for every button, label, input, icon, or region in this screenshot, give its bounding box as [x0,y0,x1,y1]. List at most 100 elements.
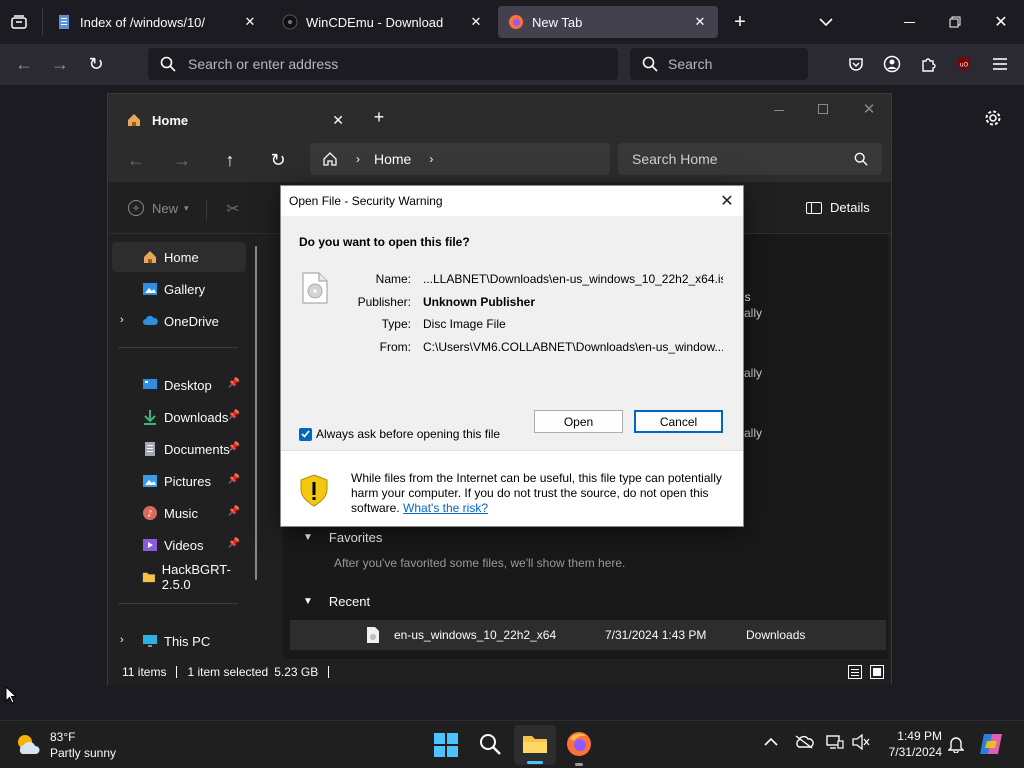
network-tray-button[interactable] [826,734,846,754]
refresh-icon: ↻ [270,149,286,170]
explorer-maximize-button[interactable] [812,98,834,120]
music-icon: ♪ [143,506,157,520]
favorites-section-header[interactable]: ▼ Favorites [303,530,382,545]
explorer-forward-button[interactable]: → [170,148,194,172]
sidebar-item-documents[interactable]: Documents 📌 [112,434,246,464]
sidebar-item-pictures[interactable]: Pictures 📌 [112,466,246,496]
sidebar-item-label: Downloads [164,409,229,425]
cut-button[interactable]: ✂ [222,198,244,220]
firefox-icon [567,732,591,756]
tab-wincdemu[interactable]: WinCDEmu - Download ✕ [272,6,494,38]
recent-section-header[interactable]: ▼ Recent [303,594,370,609]
explorer-tab-home[interactable]: Home ✕ [116,102,354,138]
copilot-button[interactable] [978,731,1006,759]
home-icon [128,114,140,126]
dialog-close-button[interactable]: ✕ [717,191,737,211]
sidebar-item-desktop[interactable]: Desktop 📌 [112,370,246,400]
explorer-title-bar: Home ✕ + ✕ [108,94,891,138]
pin-icon: 📌 [227,506,240,517]
list-all-tabs-button[interactable] [814,10,838,34]
start-button[interactable] [434,733,458,757]
chevron-down-icon: ▼ [303,532,313,543]
videos-icon [143,539,157,551]
tab-close-icon[interactable]: ✕ [692,14,708,30]
tab-title: New Tab [532,14,583,30]
minimize-button[interactable] [896,10,922,34]
taskbar-file-explorer[interactable] [514,725,556,765]
table-row[interactable]: en-us_windows_10_22h2_x64 7/31/2024 1:43… [290,620,886,650]
close-window-button[interactable]: ✕ [988,10,1014,34]
sidebar-item-music[interactable]: ♪ Music 📌 [112,498,246,528]
pin-icon: 📌 [227,474,240,485]
sidebar-item-label: OneDrive [164,313,219,329]
url-bar[interactable]: Search or enter address [148,48,618,80]
taskbar-firefox[interactable] [564,729,594,766]
details-view-button[interactable] [848,665,862,679]
app-menu-button[interactable] [988,52,1012,76]
clock-time: 1:49 PM [897,729,942,743]
onedrive-tray-button[interactable] [794,735,816,755]
sidebar-item-this-pc[interactable]: › This PC [112,626,246,656]
sidebar-item-home[interactable]: Home [112,242,246,272]
web-search-bar[interactable]: Search [630,48,808,80]
chevron-right-icon[interactable]: › [120,634,124,646]
sidebar-item-gallery[interactable]: Gallery [112,274,246,304]
forward-button[interactable]: → [48,52,72,76]
new-button[interactable]: + New ▾ [128,200,189,216]
back-button[interactable]: ← [12,52,36,76]
sidebar-scrollbar[interactable] [255,246,257,580]
whats-the-risk-link[interactable]: What's the risk? [403,501,488,515]
sidebar-item-onedrive[interactable]: › OneDrive [112,306,246,336]
explorer-search-box[interactable]: Search Home [618,143,882,175]
always-ask-checkbox[interactable]: Always ask before opening this file [299,427,500,441]
sidebar-item-label: Home [164,249,199,265]
reload-icon: ↻ [88,53,104,74]
ublock-button[interactable]: uO [952,52,976,76]
taskbar-search-button[interactable] [478,732,504,758]
reload-button[interactable]: ↻ [84,52,108,76]
checkbox-checked-icon[interactable] [299,427,312,441]
explorer-new-tab-button[interactable]: + [368,106,390,128]
tab-index-windows[interactable]: Index of /windows/10/ ✕ [46,6,268,38]
arrow-right-icon: → [173,149,191,170]
windows-taskbar: 83°F Partly sunny 1:49 PM 7/31/2024 [0,720,1024,768]
clock[interactable]: 1:49 PM 7/31/2024 [862,727,942,763]
tray-overflow-button[interactable] [764,735,782,755]
tab-overview-button[interactable] [6,10,32,34]
chevron-down-icon: ▼ [303,596,313,607]
weather-widget[interactable]: 83°F Partly sunny [14,729,134,761]
explorer-minimize-button[interactable] [768,99,790,121]
account-button[interactable] [880,52,904,76]
pocket-button[interactable] [844,52,868,76]
restore-button[interactable] [942,10,968,34]
pin-icon: 📌 [227,538,240,549]
new-tab-button[interactable]: + [728,10,752,34]
chevron-right-icon[interactable]: › [120,314,124,326]
details-pane-icon [806,201,822,214]
notifications-button[interactable] [947,735,966,755]
explorer-back-button[interactable]: ← [124,148,148,172]
explorer-close-button[interactable]: ✕ [858,98,880,120]
explorer-nav-bar: ← → ↑ ↻ › Home › Search Home [108,138,891,182]
newtab-settings-button[interactable] [980,105,1006,131]
explorer-up-button[interactable]: ↑ [218,148,242,172]
chevron-right-icon: › [356,152,360,166]
sidebar-item-hackbgrt[interactable]: HackBGRT-2.5.0 [112,562,246,592]
sidebar-item-videos[interactable]: Videos 📌 [112,530,246,560]
tab-close-icon[interactable]: ✕ [242,14,258,30]
extensions-button[interactable] [916,52,940,76]
tab-new-tab[interactable]: New Tab ✕ [498,6,718,38]
tab-close-icon[interactable]: ✕ [468,14,484,30]
explorer-refresh-button[interactable]: ↻ [266,148,290,172]
pin-icon: 📌 [227,378,240,389]
sidebar-item-downloads[interactable]: Downloads 📌 [112,402,246,432]
details-button[interactable]: Details [806,200,870,215]
open-button[interactable]: Open [534,410,623,433]
explorer-address-bar[interactable]: › Home › [310,143,610,175]
document-favicon-icon [59,15,69,29]
tiles-view-button[interactable] [870,665,884,679]
running-app-indicator [575,763,583,766]
close-icon[interactable]: ✕ [332,112,344,129]
cancel-button[interactable]: Cancel [634,410,723,433]
breadcrumb[interactable]: Home [374,151,411,167]
